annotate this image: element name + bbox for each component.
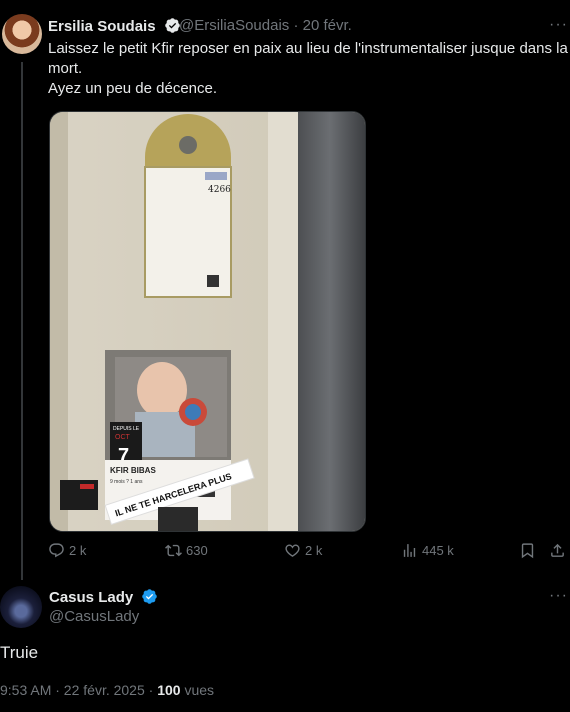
reply-text: Truie: [0, 643, 39, 662]
bookmark-button[interactable]: [519, 542, 536, 559]
author-name[interactable]: Casus Lady: [49, 589, 133, 606]
repost-icon: [165, 544, 182, 557]
like-count: 2 k: [305, 543, 323, 558]
views-number: 100: [157, 682, 181, 698]
timestamp[interactable]: 9:53 AM · 22 févr. 2025 ·: [0, 682, 157, 698]
views-count: 445 k: [422, 543, 454, 558]
poster-age: 9 mois ? 1 ans: [110, 479, 143, 485]
tweet-text-line: Laissez le petit Kfir reposer en paix au…: [48, 40, 568, 77]
author-name[interactable]: Ersilia Soudais: [48, 18, 156, 35]
tweet-actions: 2 k 630 2 k 445 k: [48, 542, 570, 562]
author-name-row[interactable]: Casus Lady: [49, 588, 158, 606]
share-button[interactable]: [549, 542, 566, 559]
reply-button[interactable]: 2 k: [48, 542, 86, 559]
handle-date[interactable]: @ErsiliaSoudais · 20 févr.: [179, 17, 352, 34]
views-chart-icon: [403, 544, 416, 557]
tweet-text-line: Ayez un peu de décence.: [48, 80, 218, 97]
avatar[interactable]: [2, 14, 42, 54]
tweet-photo[interactable]: 4266 DEPUIS LE OCT 7 KFIR BIBAS 9 mois ?…: [49, 111, 366, 532]
thread-line: [21, 62, 23, 580]
more-options-icon[interactable]: ···: [549, 587, 568, 605]
author-name-row[interactable]: Ersilia Soudais: [48, 17, 181, 35]
reply-icon: [49, 543, 64, 558]
views-label: vues: [180, 682, 215, 698]
tweet-text: Laissez le petit Kfir reposer en paix au…: [48, 39, 568, 99]
views-button[interactable]: 445 k: [401, 542, 454, 559]
poster-month: OCT: [115, 434, 131, 441]
tag-number: 4266: [208, 185, 231, 195]
poster-top: DEPUIS LE: [113, 426, 140, 432]
reply-count: 2 k: [69, 543, 87, 558]
like-button[interactable]: 2 k: [284, 542, 322, 559]
reply-meta: 9:53 AM · 22 févr. 2025 · 100 vues: [0, 682, 214, 698]
handle[interactable]: @CasusLady: [49, 608, 139, 625]
heart-icon: [285, 544, 300, 557]
share-icon: [551, 543, 564, 557]
verified-badge-icon: [142, 589, 158, 604]
poster-name: KFIR BIBAS: [110, 466, 156, 475]
photo-illustration: 4266 DEPUIS LE OCT 7 KFIR BIBAS 9 mois ?…: [50, 112, 365, 531]
more-options-icon[interactable]: ···: [549, 16, 568, 34]
repost-button[interactable]: 630: [165, 542, 208, 559]
avatar[interactable]: [0, 586, 42, 628]
repost-count: 630: [186, 543, 208, 558]
bookmark-icon: [521, 543, 534, 559]
